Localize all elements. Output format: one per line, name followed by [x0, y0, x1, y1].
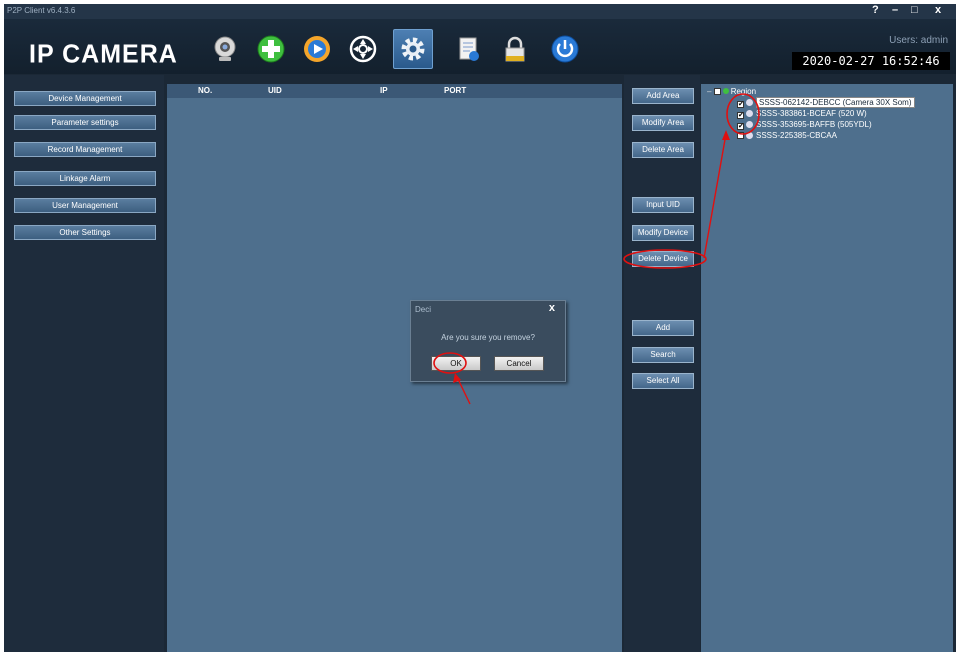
column-ip[interactable]: IP — [380, 86, 388, 95]
tree-device-item[interactable]: ✔ SSSS-062142-DEBCC (Camera 30X Som) — [737, 97, 915, 108]
device-label: SSSS-062142-DEBCC (Camera 30X Som) — [756, 97, 915, 108]
camera-icon[interactable] — [205, 29, 245, 69]
sidebar-item-linkage-alarm[interactable]: Linkage Alarm — [14, 171, 156, 186]
minimize-icon[interactable]: – — [892, 4, 898, 16]
device-checkbox[interactable]: ✔ — [737, 101, 744, 108]
sidebar-item-other-settings[interactable]: Other Settings — [14, 225, 156, 240]
dialog-title: Deci — [415, 305, 432, 314]
device-camera-icon — [746, 121, 753, 128]
title-bar: P2P Client v6.4.3.6 ? – □ x — [4, 4, 956, 19]
modify-area-button[interactable]: Modify Area — [632, 115, 694, 131]
close-icon[interactable]: x — [935, 4, 941, 16]
device-checkbox[interactable] — [737, 132, 744, 139]
add-area-button[interactable]: Add Area — [632, 88, 694, 104]
region-icon — [722, 88, 729, 94]
clock: 2020-02-27 16:52:46 — [792, 52, 950, 70]
device-camera-icon — [746, 110, 753, 117]
select-all-button[interactable]: Select All — [632, 373, 694, 389]
sidebar-item-parameter-settings[interactable]: Parameter settings — [14, 115, 156, 130]
column-uid[interactable]: UID — [268, 86, 282, 95]
add-button[interactable]: Add — [632, 320, 694, 336]
playback-icon[interactable] — [297, 29, 337, 69]
header: IP CAMERA Users: admin 2020-02-27 16:52:… — [4, 19, 956, 74]
tree-device-item[interactable]: SSSS-225385-CBCAA — [737, 131, 837, 140]
device-camera-icon — [746, 132, 753, 139]
input-uid-button[interactable]: Input UID — [632, 197, 694, 213]
delete-area-button[interactable]: Delete Area — [632, 142, 694, 158]
tree-root-label: Region — [730, 87, 757, 96]
ptz-icon[interactable] — [343, 29, 383, 69]
dialog-close-icon[interactable]: x — [549, 302, 555, 314]
cancel-button[interactable]: Cancel — [494, 356, 544, 371]
device-label: SSSS-383861-BCEAF (520 W) — [756, 109, 867, 118]
column-no[interactable]: NO. — [198, 86, 212, 95]
current-user: Users: admin — [889, 35, 948, 46]
app-logo: IP CAMERA — [29, 39, 178, 69]
device-label: SSSS-225385-CBCAA — [756, 131, 837, 140]
log-icon[interactable] — [448, 29, 488, 69]
sidebar: Device Management Parameter settings Rec… — [4, 75, 164, 652]
tree-device-item[interactable]: ✔ SSSS-383861-BCEAF (520 W) — [737, 109, 867, 119]
table-header: NO. UID IP PORT — [167, 84, 622, 98]
sidebar-item-user-management[interactable]: User Management — [14, 198, 156, 213]
power-icon[interactable] — [545, 29, 585, 69]
add-icon[interactable] — [251, 29, 291, 69]
collapse-icon[interactable]: – — [707, 87, 711, 96]
delete-device-button[interactable]: Delete Device — [632, 251, 694, 267]
search-button[interactable]: Search — [632, 347, 694, 363]
device-camera-icon — [746, 99, 753, 106]
maximize-icon[interactable]: □ — [911, 4, 918, 16]
device-tree[interactable]: – Region ✔ SSSS-062142-DEBCC (Camera 30X … — [701, 84, 953, 652]
confirm-dialog: Deci x Are you sure you remove? OK Cance… — [410, 300, 566, 382]
lock-icon[interactable] — [495, 29, 535, 69]
settings-icon[interactable] — [393, 29, 433, 69]
tree-root[interactable]: – Region — [707, 87, 756, 96]
tree-device-item[interactable]: ✔ SSSS-353695-BAFFB (505YDL) — [737, 120, 872, 130]
root-checkbox[interactable] — [713, 88, 721, 95]
device-checkbox[interactable]: ✔ — [737, 123, 744, 130]
app-window: P2P Client v6.4.3.6 ? – □ x IP CAMERA Us… — [4, 4, 956, 652]
dialog-message: Are you sure you remove? — [441, 333, 535, 342]
device-checkbox[interactable]: ✔ — [737, 112, 744, 119]
modify-device-button[interactable]: Modify Device — [632, 225, 694, 241]
ok-button[interactable]: OK — [431, 356, 481, 371]
device-label: SSSS-353695-BAFFB (505YDL) — [756, 120, 872, 129]
window-title: P2P Client v6.4.3.6 — [7, 6, 76, 15]
sidebar-item-device-management[interactable]: Device Management — [14, 91, 156, 106]
action-column: Add Area Modify Area Delete Area Input U… — [624, 75, 700, 652]
column-port[interactable]: PORT — [444, 86, 466, 95]
help-icon[interactable]: ? — [872, 4, 879, 16]
sidebar-item-record-management[interactable]: Record Management — [14, 142, 156, 157]
